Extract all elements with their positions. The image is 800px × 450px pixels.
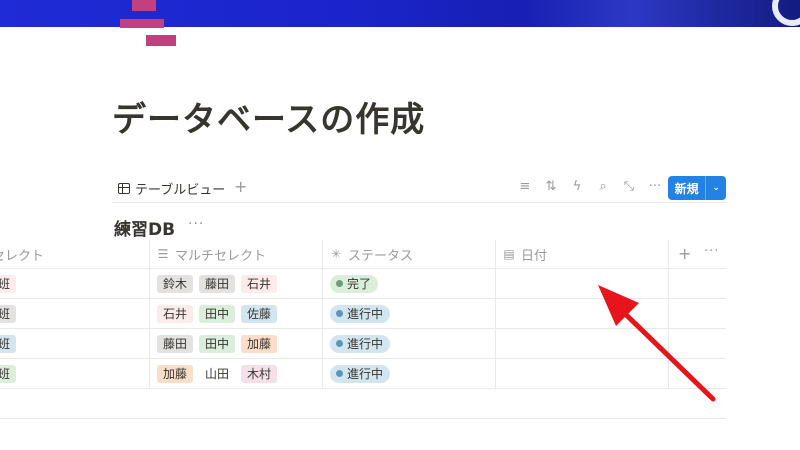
- arrow-shaft: [613, 302, 716, 402]
- annotation-arrow: [598, 285, 716, 402]
